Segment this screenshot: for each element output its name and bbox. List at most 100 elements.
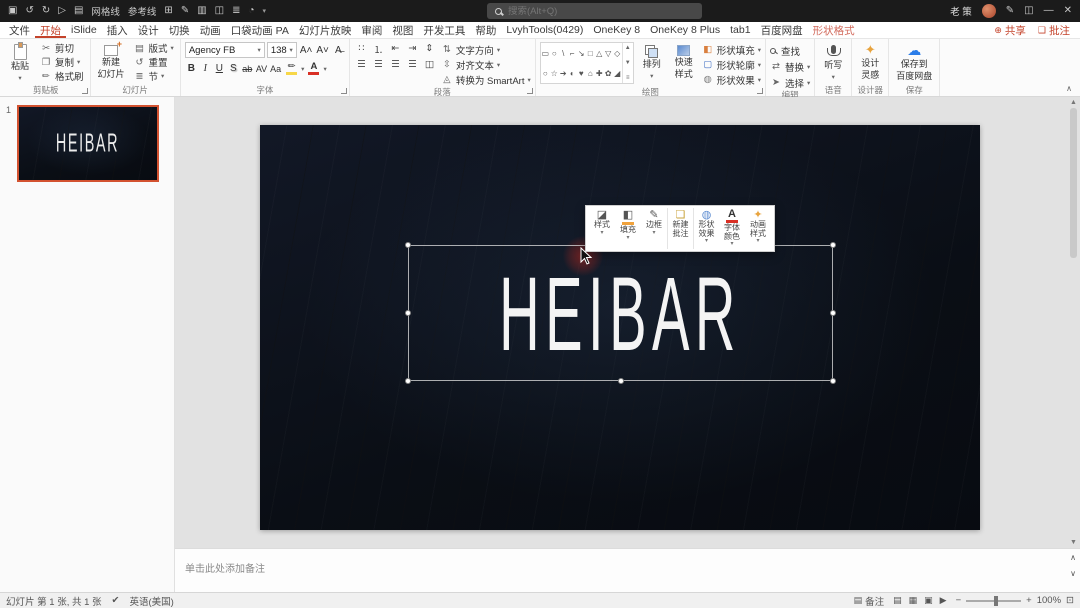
qat-icon[interactable]: ≣ xyxy=(232,0,240,22)
ribbon-tab[interactable]: 口袋动画 PA xyxy=(226,22,294,38)
increase-indent-button[interactable]: ⇥ xyxy=(405,42,420,55)
font-style-button[interactable]: ab xyxy=(241,61,254,76)
ribbon-display-options-icon[interactable]: ◫ xyxy=(1024,0,1033,22)
close-icon[interactable]: ✕ xyxy=(1064,0,1072,22)
qat-icon[interactable]: ↻ xyxy=(42,0,50,22)
shape-option[interactable]: ○ xyxy=(541,63,550,83)
qat-icon[interactable]: ▣ xyxy=(8,0,17,22)
convert-smartart-button[interactable]: ◬ 转换为 SmartArt ▾ xyxy=(441,73,531,87)
notes-pane[interactable]: 单击此处添加备注 ∧ ∨ xyxy=(175,548,1080,592)
format-painter-button[interactable]: ✏ 格式刷 xyxy=(38,69,86,84)
ribbon-tab[interactable]: iSlide xyxy=(66,22,102,38)
ribbon-tab[interactable]: 插入 xyxy=(102,22,133,38)
copy-button[interactable]: ❐ 复制 ▾ xyxy=(38,55,86,70)
decrease-font-size-button[interactable]: A˅ xyxy=(315,43,330,58)
qat-icon[interactable]: ↺ xyxy=(25,0,33,22)
shape-option[interactable]: ◢ xyxy=(613,63,622,83)
ribbon-tab[interactable]: 审阅 xyxy=(356,22,387,38)
font-dialog-launcher[interactable] xyxy=(340,88,347,94)
qat-icon[interactable]: ◔ xyxy=(249,0,255,22)
qat-icon[interactable]: ⊞ xyxy=(164,0,172,22)
ribbon-tab[interactable]: 开始 xyxy=(35,22,66,38)
text-direction-button[interactable]: ⇅ 文字方向 ▾ xyxy=(441,43,531,57)
shape-option[interactable]: ✚ xyxy=(595,63,604,83)
avatar[interactable] xyxy=(981,4,996,18)
zoom-out-icon[interactable]: − xyxy=(956,595,962,606)
shape-option[interactable]: △ xyxy=(595,43,604,63)
zoom-in-icon[interactable]: + xyxy=(1026,595,1032,606)
shape-option[interactable]: ◐ xyxy=(568,63,577,83)
dictate-button[interactable]: 听写 ▾ xyxy=(819,41,847,83)
comments-button[interactable]: ❑ 批注 xyxy=(1038,23,1070,38)
scroll-up-icon[interactable]: ▲ xyxy=(1070,99,1077,106)
scroll-down-icon[interactable]: ▼ xyxy=(1070,539,1077,546)
font-style-button[interactable]: AV xyxy=(255,61,268,76)
reset-button[interactable]: ↺ 重置 xyxy=(132,55,176,70)
ribbon-tab[interactable]: OneKey 8 xyxy=(588,22,645,38)
font-family-select[interactable]: Agency FB ▾ xyxy=(184,42,265,58)
ribbon-tab[interactable]: 切换 xyxy=(164,22,195,38)
view-button[interactable]: ▶ xyxy=(940,595,947,606)
selection-handle[interactable] xyxy=(830,242,836,248)
search-box[interactable] xyxy=(487,3,702,19)
shape-option[interactable]: ○ xyxy=(550,43,559,63)
find-button[interactable]: 查找 xyxy=(770,44,810,58)
qat-icon[interactable]: ▷ xyxy=(58,0,66,22)
increase-font-size-button[interactable]: A˄ xyxy=(299,43,314,58)
font-size-select[interactable]: 138 ▾ xyxy=(266,42,297,58)
previous-slide-button[interactable]: ∧ xyxy=(1070,553,1076,562)
align-text-button[interactable]: ⇳ 对齐文本 ▾ xyxy=(441,58,531,72)
save-to-baidu-button[interactable]: ☁ 保存到 百度网盘 xyxy=(893,41,935,83)
ribbon-tab[interactable]: 形状格式 xyxy=(808,22,860,38)
ribbon-tab[interactable]: 设计 xyxy=(133,22,164,38)
drawing-dialog-launcher[interactable] xyxy=(757,88,764,94)
select-button[interactable]: ➤ 选择 ▾ xyxy=(770,76,810,90)
justify-button[interactable]: ☰ xyxy=(405,58,420,71)
minimize-icon[interactable]: — xyxy=(1044,0,1054,22)
next-slide-button[interactable]: ∨ xyxy=(1070,569,1076,578)
gridlines-toggle[interactable]: 网格线 xyxy=(91,4,120,18)
gallery-down-icon[interactable]: ▼ xyxy=(625,60,631,66)
shape-option[interactable]: ↘ xyxy=(577,43,586,63)
design-ideas-button[interactable]: ✦ 设计 灵感 xyxy=(856,41,884,82)
font-color-button[interactable]: A xyxy=(306,61,321,76)
shape-option[interactable]: ✿ xyxy=(604,63,613,83)
selection-handle[interactable] xyxy=(617,378,624,384)
align-right-button[interactable]: ☰ xyxy=(388,58,403,71)
ribbon-tab[interactable]: LvyhTools(0429) xyxy=(501,22,588,38)
fit-to-window-icon[interactable]: ⊡ xyxy=(1066,595,1074,606)
paste-button[interactable]: 粘贴 ▾ xyxy=(6,41,34,84)
selection-handle[interactable] xyxy=(405,378,411,384)
shape-option[interactable]: ⌐ xyxy=(568,43,577,63)
search-input[interactable] xyxy=(508,5,694,17)
gallery-up-icon[interactable]: ▲ xyxy=(625,45,631,51)
selection-handle[interactable] xyxy=(830,378,836,384)
minibar-button[interactable]: ✎ 边框 ▾ xyxy=(641,208,667,249)
shape-option[interactable]: ▽ xyxy=(604,43,613,63)
qat-icon[interactable]: ▤ xyxy=(74,0,83,22)
shape-option[interactable]: ◇ xyxy=(613,43,622,63)
paste-dropdown-icon[interactable]: ▾ xyxy=(18,74,21,82)
shape-option[interactable]: ➔ xyxy=(559,63,568,83)
ribbon-tab[interactable]: tab1 xyxy=(725,22,755,38)
shape-option[interactable]: ☆ xyxy=(550,63,559,83)
align-left-button[interactable]: ☰ xyxy=(354,58,369,71)
vertical-scrollbar[interactable]: ▲ ▼ xyxy=(1067,99,1080,546)
notes-toggle-button[interactable]: ▤ 备注 xyxy=(854,594,885,608)
ribbon-tab[interactable]: 视图 xyxy=(387,22,418,38)
quick-styles-button[interactable]: 快速 样式 xyxy=(670,41,698,81)
selection-handle[interactable] xyxy=(405,242,411,248)
shape-option[interactable]: □ xyxy=(586,43,595,63)
shape-fill-button[interactable]: ◧ 形状填充 ▾ xyxy=(702,43,761,57)
minibar-button[interactable]: ◧ 填充 ▾ xyxy=(615,208,641,249)
minibar-button[interactable]: A 字体 颜色 ▾ xyxy=(719,208,745,249)
font-style-button[interactable]: S xyxy=(227,61,240,76)
replace-button[interactable]: ⇄ 替换 ▾ xyxy=(770,60,810,74)
align-center-button[interactable]: ☰ xyxy=(371,58,386,71)
clipboard-dialog-launcher[interactable] xyxy=(81,88,88,94)
font-style-button[interactable]: I xyxy=(199,61,212,76)
ink-icon[interactable]: ✎ xyxy=(1006,0,1014,22)
paragraph-dialog-launcher[interactable] xyxy=(526,88,533,94)
numbering-button[interactable]: ⒈ xyxy=(371,42,386,56)
bullets-button[interactable]: ∷ xyxy=(354,42,369,55)
